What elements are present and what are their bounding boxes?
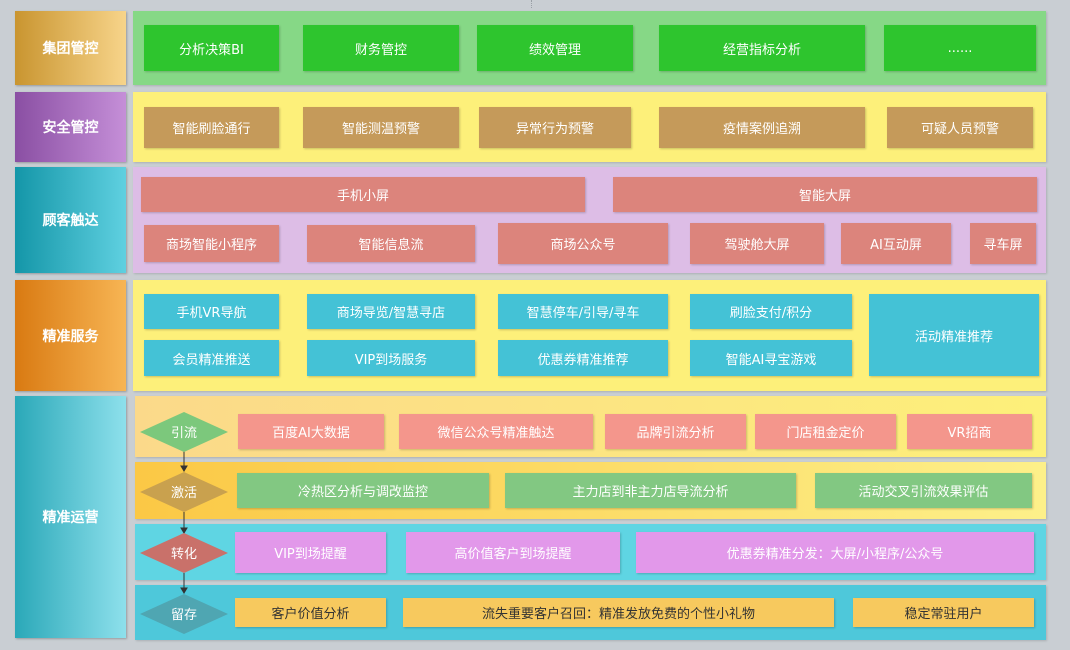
- retain-item-customer-value: 客户价值分析: [235, 598, 386, 627]
- category-precision-operation: 精准运营: [15, 396, 126, 638]
- group-item-kpi-analysis: 经营指标分析: [659, 25, 865, 71]
- stage-label-activate: 激活: [171, 486, 197, 501]
- customer-item-official-account: 商场公众号: [498, 223, 668, 264]
- service-item-event-recommend: 活动精准推荐: [869, 294, 1039, 376]
- group-item-more: ......: [884, 25, 1036, 71]
- top-center-marker: [531, 0, 532, 8]
- convert-item-high-value-arrival: 高价值客户到场提醒: [406, 532, 620, 573]
- convert-item-vip-arrival: VIP到场提醒: [235, 532, 386, 573]
- customer-item-mobile-screen: 手机小屏: [141, 177, 585, 212]
- category-precision-service: 精准服务: [15, 280, 126, 391]
- security-item-temperature: 智能测温预警: [303, 107, 459, 148]
- service-item-smart-parking: 智慧停车/引导/寻车: [498, 294, 668, 329]
- group-item-bi: 分析决策BI: [144, 25, 279, 71]
- category-customer-reach: 顾客触达: [15, 167, 126, 273]
- security-item-abnormal-behavior: 异常行为预警: [479, 107, 631, 148]
- group-item-performance: 绩效管理: [477, 25, 633, 71]
- service-item-member-push: 会员精准推送: [144, 340, 279, 376]
- category-group-control: 集团管控: [15, 11, 126, 85]
- service-item-coupon-recommend: 优惠券精准推荐: [498, 340, 668, 376]
- retain-item-stable-users: 稳定常驻用户: [853, 598, 1034, 627]
- stage-diamond-retain: 留存: [140, 594, 228, 634]
- service-item-ai-treasure-game: 智能AI寻宝游戏: [690, 340, 852, 376]
- group-item-finance: 财务管控: [303, 25, 459, 71]
- customer-item-mini-program: 商场智能小程序: [144, 225, 279, 262]
- stage-diamond-attract: 引流: [140, 412, 228, 452]
- stage-diamond-convert: 转化: [140, 533, 228, 573]
- activate-item-hot-cold-zone: 冷热区分析与调改监控: [237, 473, 489, 508]
- retain-item-churn-recall: 流失重要客户召回：精准发放免费的个性小礼物: [403, 598, 834, 627]
- customer-item-large-screen: 智能大屏: [613, 177, 1037, 212]
- stage-diamond-activate: 激活: [140, 472, 228, 512]
- stage-label-retain: 留存: [171, 608, 197, 623]
- security-item-suspicious-person: 可疑人员预警: [887, 107, 1033, 148]
- customer-item-info-feed: 智能信息流: [307, 225, 475, 262]
- category-security-control: 安全管控: [15, 92, 126, 162]
- convert-item-coupon-distribution: 优惠券精准分发：大屏/小程序/公众号: [636, 532, 1034, 573]
- customer-item-ai-interactive: AI互动屏: [841, 223, 951, 264]
- attract-item-brand-traffic: 品牌引流分析: [605, 414, 746, 449]
- attract-item-baidu-ai: 百度AI大数据: [238, 414, 384, 449]
- attract-item-rent-pricing: 门店租金定价: [755, 414, 896, 449]
- stage-label-convert: 转化: [171, 547, 197, 562]
- service-item-vr-navigation: 手机VR导航: [144, 294, 279, 329]
- attract-item-vr-leasing: VR招商: [907, 414, 1032, 449]
- activate-item-event-cross-eval: 活动交叉引流效果评估: [815, 473, 1032, 508]
- service-item-mall-guide: 商场导览/智慧寻店: [307, 294, 475, 329]
- customer-item-cockpit-screen: 驾驶舱大屏: [690, 223, 824, 264]
- security-item-face-access: 智能刷脸通行: [144, 107, 279, 148]
- security-item-epidemic-trace: 疫情案例追溯: [659, 107, 865, 148]
- stage-label-attract: 引流: [171, 426, 197, 441]
- attract-item-wechat-reach: 微信公众号精准触达: [399, 414, 593, 449]
- activate-item-anchor-store-flow: 主力店到非主力店导流分析: [505, 473, 796, 508]
- service-item-face-payment: 刷脸支付/积分: [690, 294, 852, 329]
- customer-item-car-finder: 寻车屏: [970, 223, 1036, 264]
- service-item-vip-service: VIP到场服务: [307, 340, 475, 376]
